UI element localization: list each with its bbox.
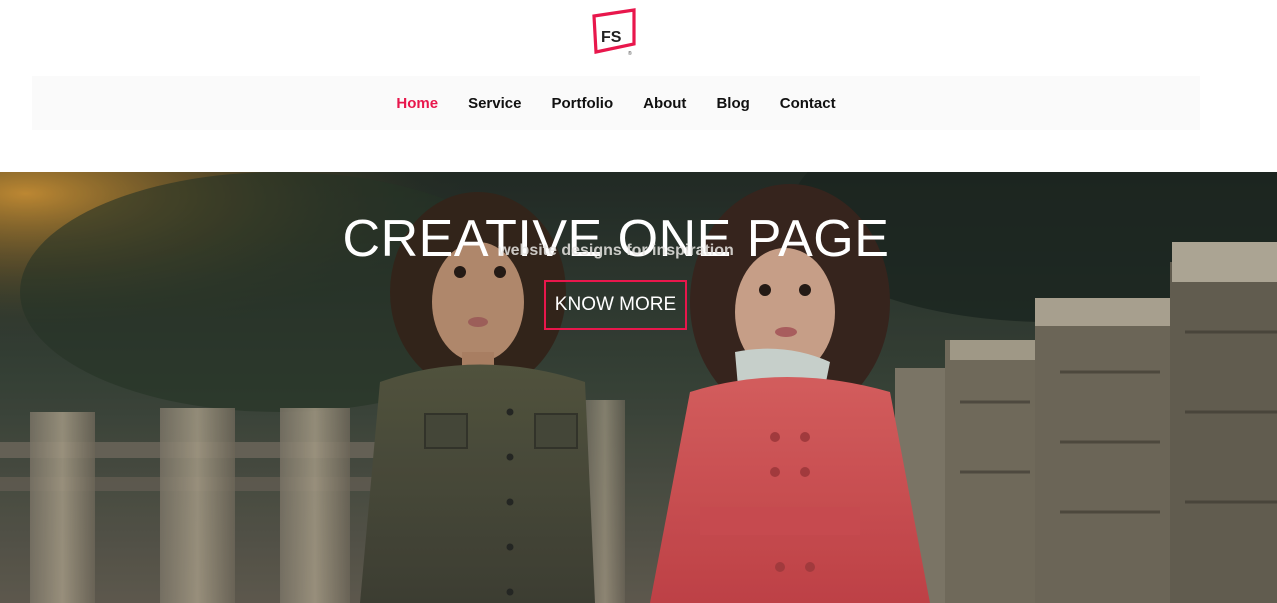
- nav-item-about[interactable]: About: [643, 95, 686, 112]
- nav-item-home[interactable]: Home: [396, 95, 438, 112]
- nav-item-portfolio[interactable]: Portfolio: [551, 95, 613, 112]
- nav-item-contact[interactable]: Contact: [780, 95, 836, 112]
- svg-text:®: ®: [628, 50, 632, 57]
- site-header: FS ® Home Service Portfolio About Blog C…: [0, 0, 1277, 172]
- logo-letter-f: FS: [601, 29, 622, 46]
- fs-logo-icon[interactable]: FS ®: [590, 8, 638, 58]
- hero-section: CREATIVE ONE PAGE website designs for in…: [0, 172, 1277, 603]
- nav-item-service[interactable]: Service: [468, 95, 521, 112]
- main-nav: Home Service Portfolio About Blog Contac…: [32, 76, 1200, 130]
- know-more-button[interactable]: KNOW MORE: [544, 280, 687, 330]
- nav-item-blog[interactable]: Blog: [716, 95, 749, 112]
- hero-subtitle: website designs for inspiration: [498, 242, 734, 259]
